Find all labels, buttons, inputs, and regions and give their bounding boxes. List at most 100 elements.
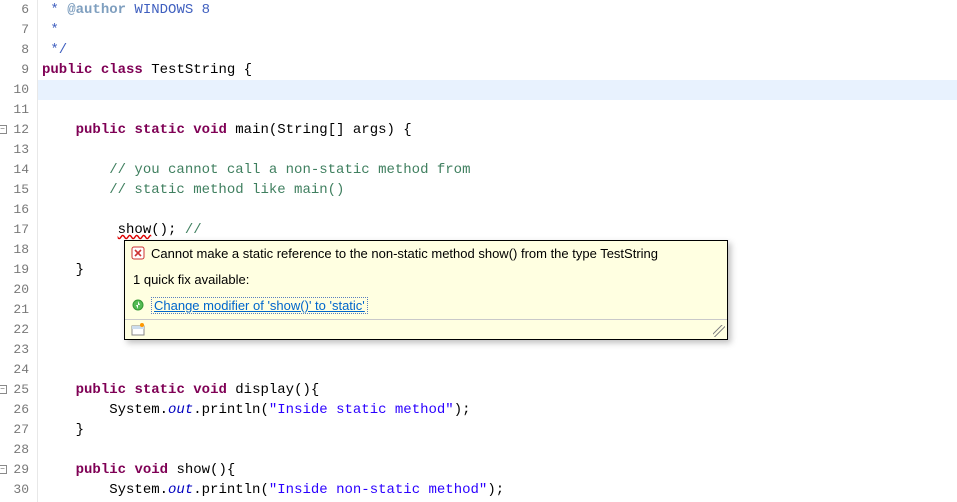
code-line[interactable]: public static void display(){: [38, 380, 957, 400]
code-line[interactable]: public static void main(String[] args) {: [38, 120, 957, 140]
code-token: public: [76, 382, 126, 398]
tooltip-footer: [125, 319, 727, 339]
line-number: 12−: [0, 120, 37, 140]
fold-toggle-icon[interactable]: −: [0, 385, 7, 394]
code-line[interactable]: [38, 100, 957, 120]
code-token: out: [168, 482, 193, 498]
code-token: }: [76, 262, 84, 278]
line-number: 26: [0, 400, 37, 420]
code-token: @author: [67, 2, 126, 18]
code-token: */: [50, 42, 67, 58]
line-number: 9: [0, 60, 37, 80]
footer-icon[interactable]: [131, 323, 145, 337]
line-number: 14: [0, 160, 37, 180]
code-line[interactable]: [38, 80, 957, 100]
code-token: WINDOWS 8: [126, 2, 210, 18]
line-number: 28: [0, 440, 37, 460]
code-token: class: [101, 62, 143, 78]
line-number: 15: [0, 180, 37, 200]
code-token: main(String[] args) {: [227, 122, 412, 138]
code-line[interactable]: [38, 440, 957, 460]
code-token: System.: [109, 402, 168, 418]
code-token: "Inside non-static method": [269, 482, 487, 498]
code-line[interactable]: System.out.println("Inside non-static me…: [38, 480, 957, 500]
line-number: 19: [0, 260, 37, 280]
quickfix-icon: [131, 298, 145, 312]
code-line[interactable]: *: [38, 20, 957, 40]
line-number: 11: [0, 100, 37, 120]
code-token: [185, 122, 193, 138]
code-token: //: [185, 222, 202, 238]
line-number: 27: [0, 420, 37, 440]
error-icon: [131, 246, 145, 260]
code-token: show(){: [168, 462, 235, 478]
code-token: void: [134, 462, 168, 478]
code-token: .println(: [193, 402, 269, 418]
code-line[interactable]: System.out.println("Inside static method…: [38, 400, 957, 420]
line-number: 24: [0, 360, 37, 380]
code-token: );: [454, 402, 471, 418]
line-number: 13: [0, 140, 37, 160]
line-number: 29−: [0, 460, 37, 480]
code-token: out: [168, 402, 193, 418]
code-token: *: [50, 2, 58, 18]
code-line[interactable]: [38, 200, 957, 220]
line-number: 22: [0, 320, 37, 340]
fold-toggle-icon[interactable]: −: [0, 125, 7, 134]
code-line[interactable]: public class TestString {: [38, 60, 957, 80]
code-token: // static method like main(): [109, 182, 344, 198]
code-token: );: [487, 482, 504, 498]
code-token: public: [76, 122, 126, 138]
line-number: 20: [0, 280, 37, 300]
line-number: 25−: [0, 380, 37, 400]
code-token: }: [76, 422, 84, 438]
code-token: System.: [109, 482, 168, 498]
resize-grip-icon[interactable]: [713, 325, 725, 337]
code-token: void: [193, 382, 227, 398]
line-number: 16: [0, 200, 37, 220]
line-number: 6: [0, 0, 37, 20]
code-token: TestString {: [143, 62, 252, 78]
line-number-gutter: 6789101112−13141516171819202122232425−26…: [0, 0, 38, 502]
line-number: 23: [0, 340, 37, 360]
code-token: display(){: [227, 382, 319, 398]
line-number: 17: [0, 220, 37, 240]
code-token: static: [134, 382, 184, 398]
line-number: 7: [0, 20, 37, 40]
line-number: 21: [0, 300, 37, 320]
tooltip-error-text: Cannot make a static reference to the no…: [151, 246, 658, 261]
line-number: 10: [0, 80, 37, 100]
fold-toggle-icon[interactable]: −: [0, 465, 7, 474]
code-line[interactable]: * @author WINDOWS 8: [38, 0, 957, 20]
line-number: 8: [0, 40, 37, 60]
code-token: ();: [151, 222, 185, 238]
code-line[interactable]: // you cannot call a non-static method f…: [38, 160, 957, 180]
line-number: 30: [0, 480, 37, 500]
code-token: public: [76, 462, 126, 478]
code-token: "Inside static method": [269, 402, 454, 418]
tooltip-quickfix-row: Change modifier of 'show()' to 'static': [125, 293, 727, 319]
code-line[interactable]: public void show(){: [38, 460, 957, 480]
line-number: 18: [0, 240, 37, 260]
code-token: public: [42, 62, 92, 78]
code-token: .println(: [193, 482, 269, 498]
tooltip-fix-header: 1 quick fix available:: [125, 267, 727, 293]
code-token: [59, 2, 67, 18]
code-line[interactable]: show(); //: [38, 220, 957, 240]
code-token: [92, 62, 100, 78]
code-token: *: [50, 22, 58, 38]
code-token: show: [118, 222, 152, 238]
tooltip-error-row: Cannot make a static reference to the no…: [125, 241, 727, 267]
code-line[interactable]: [38, 340, 957, 360]
code-line[interactable]: }: [38, 420, 957, 440]
code-line[interactable]: [38, 140, 957, 160]
code-token: static: [134, 122, 184, 138]
code-line[interactable]: [38, 360, 957, 380]
code-line[interactable]: // static method like main(): [38, 180, 957, 200]
code-token: // you cannot call a non-static method f…: [109, 162, 470, 178]
quickfix-link[interactable]: Change modifier of 'show()' to 'static': [151, 297, 368, 314]
code-line[interactable]: */: [38, 40, 957, 60]
code-token: void: [193, 122, 227, 138]
code-token: [185, 382, 193, 398]
error-hover-tooltip: Cannot make a static reference to the no…: [124, 240, 728, 340]
